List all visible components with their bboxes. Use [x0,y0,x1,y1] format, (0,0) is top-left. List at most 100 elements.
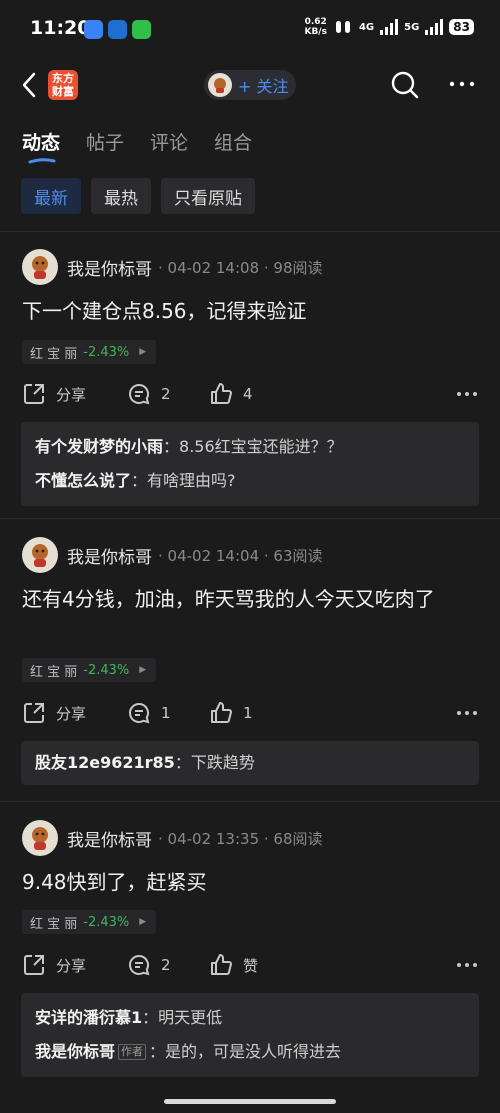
comment-count: 1 [161,704,171,722]
like-button[interactable]: 4 [209,382,309,406]
follow-label: + 关注 [238,77,289,96]
stock-tag[interactable]: 红 宝 丽 -2.43% ▶ [22,340,157,364]
more-options-icon[interactable] [448,72,476,96]
top-nav-bar: 东方 财富 + 关注 [0,62,500,108]
share-button[interactable]: 分享 [22,701,127,725]
stock-change: -2.43% [83,914,130,930]
share-button[interactable]: 分享 [22,382,127,406]
comment-preview[interactable]: 股友12e9621r85：下跌趋势 [21,741,479,785]
tab-activity[interactable]: 动态 [22,128,60,164]
thumbs-up-icon [211,383,232,404]
comment-preview[interactable]: 有个发财梦的小雨：8.56红宝宝还能进？？ 不懂怎么说了：有啥理由吗? [21,422,479,506]
net-speed-unit: KB/s [304,27,327,37]
comment-user[interactable]: 不懂怎么说了 [35,471,131,490]
post-actions: 分享 2 赞 [22,952,478,978]
wechat-icon [132,20,151,39]
comment-user[interactable]: 我是你标哥 [35,1042,115,1061]
author-name[interactable]: 我是你标哥 [67,255,152,280]
stock-change: -2.43% [83,662,130,678]
comment-button[interactable]: 2 [127,953,209,977]
stock-change: -2.43% [83,344,130,360]
status-bar: 11:20 0.62 KB/s 4G 5G 83 [0,0,500,60]
author-avatar[interactable] [22,820,58,856]
author-badge: 作者 [118,1044,147,1060]
author-avatar[interactable] [22,249,58,285]
follow-button[interactable]: + 关注 [204,70,296,100]
divider [0,231,500,232]
active-tab-indicator [28,158,56,164]
comment-text: 明天更低 [158,1008,223,1027]
share-icon [24,384,44,404]
share-button[interactable]: 分享 [22,953,127,977]
author-name[interactable]: 我是你标哥 [67,826,152,851]
more-icon[interactable] [456,708,478,718]
post-actions: 分享 1 1 [22,700,478,726]
more-icon[interactable] [456,389,478,399]
comment-icon [129,702,150,724]
comment-item: 股友12e9621r85：下跌趋势 [35,753,255,772]
post-content[interactable]: 还有4分钱，加油，昨天骂我的人今天又吃肉了 [22,584,482,615]
stock-name: 红 宝 丽 [30,916,78,932]
battery-level: 83 [449,19,474,35]
tab-posts[interactable]: 帖子 [86,128,124,155]
share-icon [24,955,44,975]
filter-latest[interactable]: 最新 [21,178,81,214]
filter-bar: 最新 最热 只看原贴 [21,178,255,214]
stock-name: 红 宝 丽 [30,346,78,362]
comment-user[interactable]: 股友12e9621r85 [35,753,175,772]
back-arrow-icon[interactable] [18,70,42,100]
signal-icon [380,19,399,35]
comment-count: 2 [161,956,171,974]
like-count: 4 [243,385,253,403]
share-label: 分享 [56,956,87,975]
filter-hottest[interactable]: 最热 [91,178,151,214]
comment-item: 我是你标哥 作者 ：是的，可是没人听得进去 [35,1042,342,1061]
network-type-5g: 5G [404,21,420,33]
thumbs-up-icon [211,702,232,723]
comment-text: 下跌趋势 [190,753,255,772]
play-arrow-icon: ▶ [139,665,147,675]
post-meta: · 04-02 14:08 · 98阅读 [158,258,323,277]
thumbs-up-icon [211,954,232,975]
author-name[interactable]: 我是你标哥 [67,543,152,568]
tab-portfolio[interactable]: 组合 [214,128,252,155]
comment-preview[interactable]: 安详的潘衍慕1：明天更低 我是你标哥 作者 ：是的，可是没人听得进去 [21,993,479,1077]
comment-button[interactable]: 1 [127,701,209,725]
comment-count: 2 [161,385,171,403]
search-icon[interactable] [390,70,420,100]
more-icon[interactable] [456,960,478,970]
network-type-4g: 4G [358,21,375,33]
like-button[interactable]: 1 [209,701,309,725]
profile-tabs: 动态 帖子 评论 组合 [22,128,252,164]
status-time: 11:20 [30,17,91,39]
comment-button[interactable]: 2 [127,382,209,406]
signal-icon-2 [425,19,444,35]
stock-tag[interactable]: 红 宝 丽 -2.43% ▶ [22,658,157,682]
comment-icon [129,383,150,405]
like-count: 1 [243,704,253,722]
play-arrow-icon: ▶ [139,347,147,357]
comment-item: 不懂怎么说了：有啥理由吗? [35,471,236,490]
comment-user[interactable]: 安详的潘衍慕1 [35,1008,142,1027]
divider [0,801,500,802]
home-indicator[interactable] [164,1099,336,1104]
post-content[interactable]: 下一个建仓点8.56，记得来验证 [22,296,482,327]
post-card[interactable]: 我是你标哥 · 04-02 14:04 · 63阅读 还有4分钱，加油，昨天骂我… [0,536,500,800]
divider [0,518,500,519]
stock-tag[interactable]: 红 宝 丽 -2.43% ▶ [22,910,157,934]
comment-item: 安详的潘衍慕1：明天更低 [35,1008,223,1027]
author-avatar[interactable] [22,537,58,573]
net-speed-value: 0.62 [304,17,327,27]
comment-user[interactable]: 有个发财梦的小雨 [35,437,163,456]
post-content[interactable]: 9.48快到了，赶紧买 [22,867,482,898]
eastmoney-logo[interactable]: 东方 财富 [48,70,78,100]
play-arrow-icon: ▶ [139,917,147,927]
like-button[interactable]: 赞 [209,953,309,977]
post-card[interactable]: 我是你标哥 · 04-02 13:35 · 68阅读 9.48快到了，赶紧买 红… [0,819,500,1095]
filter-original-only[interactable]: 只看原贴 [161,178,255,214]
outlook-icon [108,20,127,39]
like-label: 赞 [243,956,259,975]
tab-comments[interactable]: 评论 [150,128,188,155]
post-card[interactable]: 我是你标哥 · 04-02 14:08 · 98阅读 下一个建仓点8.56，记得… [0,248,500,518]
share-label: 分享 [56,704,87,723]
